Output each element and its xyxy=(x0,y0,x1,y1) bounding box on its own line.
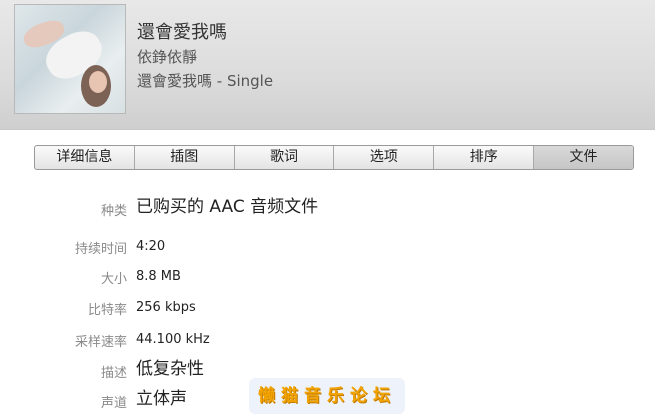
detail-value: 256 kbps xyxy=(136,300,196,315)
track-title-block: 還會愛我嗎 依錚依靜 還會愛我嗎 - Single xyxy=(137,22,273,93)
detail-label: 比特率 xyxy=(87,303,127,318)
detail-value: 立体声 xyxy=(136,389,187,409)
detail-label: 描述 xyxy=(100,366,127,381)
tab-file[interactable]: 文件 xyxy=(534,146,633,169)
detail-value: 已购买的 AAC 音频文件 xyxy=(136,197,319,217)
detail-label: 大小 xyxy=(100,272,127,287)
detail-row-sample-rate: 采样速率 44.100 kHz xyxy=(0,327,655,351)
artist-name: 依錚依靜 xyxy=(137,48,198,66)
detail-row-kind: 种类 已购买的 AAC 音频文件 xyxy=(0,196,655,220)
detail-value: 8.8 MB xyxy=(136,269,181,284)
tab-bar: 详细信息 插图 歌词 选项 排序 文件 xyxy=(34,145,634,170)
forum-watermark: 懒猫音乐论坛 xyxy=(249,378,405,414)
detail-value: 低复杂性 xyxy=(136,359,204,379)
detail-value: 4:20 xyxy=(136,239,166,254)
song-title: 還會愛我嗎 xyxy=(137,22,227,43)
detail-value: 44.100 kHz xyxy=(136,332,210,347)
tab-options[interactable]: 选项 xyxy=(334,146,435,169)
detail-row-size: 大小 8.8 MB xyxy=(0,264,655,288)
tab-details[interactable]: 详细信息 xyxy=(35,146,135,169)
album-name: 還會愛我嗎 - Single xyxy=(137,72,274,90)
detail-row-duration: 持续时间 4:20 xyxy=(0,234,655,258)
tab-sorting[interactable]: 排序 xyxy=(434,146,535,169)
tab-artwork[interactable]: 插图 xyxy=(135,146,235,169)
detail-row-bitrate: 比特率 256 kbps xyxy=(0,295,655,319)
detail-label: 声道 xyxy=(100,396,127,411)
detail-label: 采样速率 xyxy=(74,335,127,350)
album-artwork xyxy=(14,4,126,114)
track-header: 還會愛我嗎 依錚依靜 還會愛我嗎 - Single xyxy=(0,0,655,130)
artwork-figure xyxy=(89,71,107,93)
detail-label: 种类 xyxy=(100,204,127,219)
tab-lyrics[interactable]: 歌词 xyxy=(235,146,335,169)
detail-label: 持续时间 xyxy=(74,242,127,257)
